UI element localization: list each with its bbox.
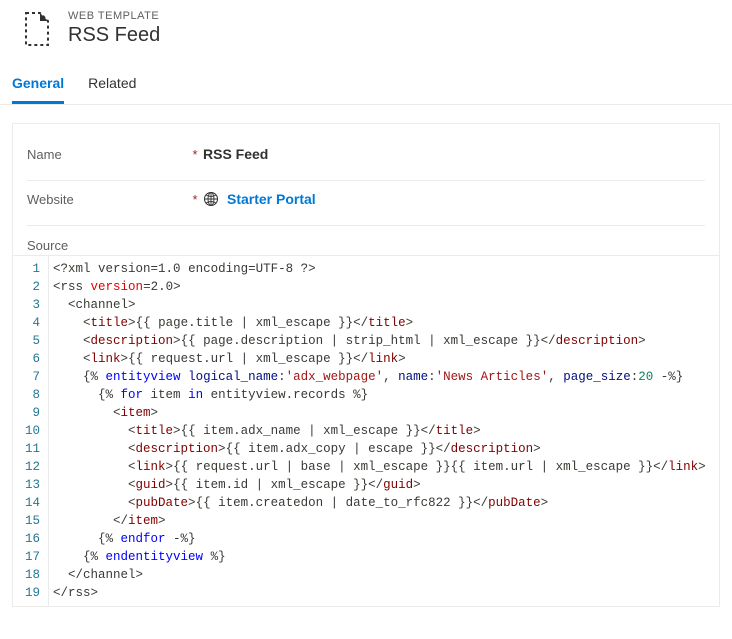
code-line[interactable]: <title>{{ item.adx_name | xml_escape }}<… [53,422,719,440]
code-line[interactable]: {% endentityview %} [53,548,719,566]
code-line[interactable]: </rss> [53,584,719,602]
code-line[interactable]: {% entityview logical_name:'adx_webpage'… [53,368,719,386]
required-marker: * [187,192,203,207]
document-icon [18,11,54,47]
required-marker: * [187,147,203,162]
code-line[interactable]: <channel> [53,296,719,314]
globe-icon [203,191,219,207]
page-title: RSS Feed [68,24,160,47]
field-name: Name * RSS Feed [13,142,719,174]
editor-code[interactable]: <?xml version=1.0 encoding=UTF-8 ?><rss … [49,256,719,606]
tab-general[interactable]: General [12,67,64,104]
editor-gutter: 12345678910111213141516171819 [13,256,49,606]
header-category: WEB TEMPLATE [68,10,160,22]
divider [27,180,705,181]
code-line[interactable]: </channel> [53,566,719,584]
code-line[interactable]: <description>{{ page.description | strip… [53,332,719,350]
form-panel: Name * RSS Feed Website * Starter Portal… [12,123,720,607]
name-value[interactable]: RSS Feed [203,146,268,162]
tab-bar: General Related [0,67,732,105]
code-line[interactable]: <description>{{ item.adx_copy | escape }… [53,440,719,458]
code-line[interactable]: <rss version=2.0> [53,278,719,296]
code-line[interactable]: <item> [53,404,719,422]
code-line[interactable]: <link>{{ request.url | base | xml_escape… [53,458,719,476]
page-header: WEB TEMPLATE RSS Feed [0,0,732,67]
code-line[interactable]: <?xml version=1.0 encoding=UTF-8 ?> [53,260,719,278]
name-label: Name [27,147,187,162]
code-line[interactable]: <guid>{{ item.id | xml_escape }}</guid> [53,476,719,494]
code-line[interactable]: {% for item in entityview.records %} [53,386,719,404]
tab-related[interactable]: Related [88,67,136,104]
divider [27,225,705,226]
code-line[interactable]: <title>{{ page.title | xml_escape }}</ti… [53,314,719,332]
code-line[interactable]: <link>{{ request.url | xml_escape }}</li… [53,350,719,368]
source-label: Source [13,232,719,255]
website-link-text: Starter Portal [227,191,316,207]
field-website: Website * Starter Portal [13,187,719,219]
source-editor[interactable]: 12345678910111213141516171819 <?xml vers… [13,255,719,606]
code-line[interactable]: <pubDate>{{ item.createdon | date_to_rfc… [53,494,719,512]
code-line[interactable]: {% endfor -%} [53,530,719,548]
code-line[interactable]: </item> [53,512,719,530]
website-value[interactable]: Starter Portal [203,191,316,207]
website-label: Website [27,192,187,207]
